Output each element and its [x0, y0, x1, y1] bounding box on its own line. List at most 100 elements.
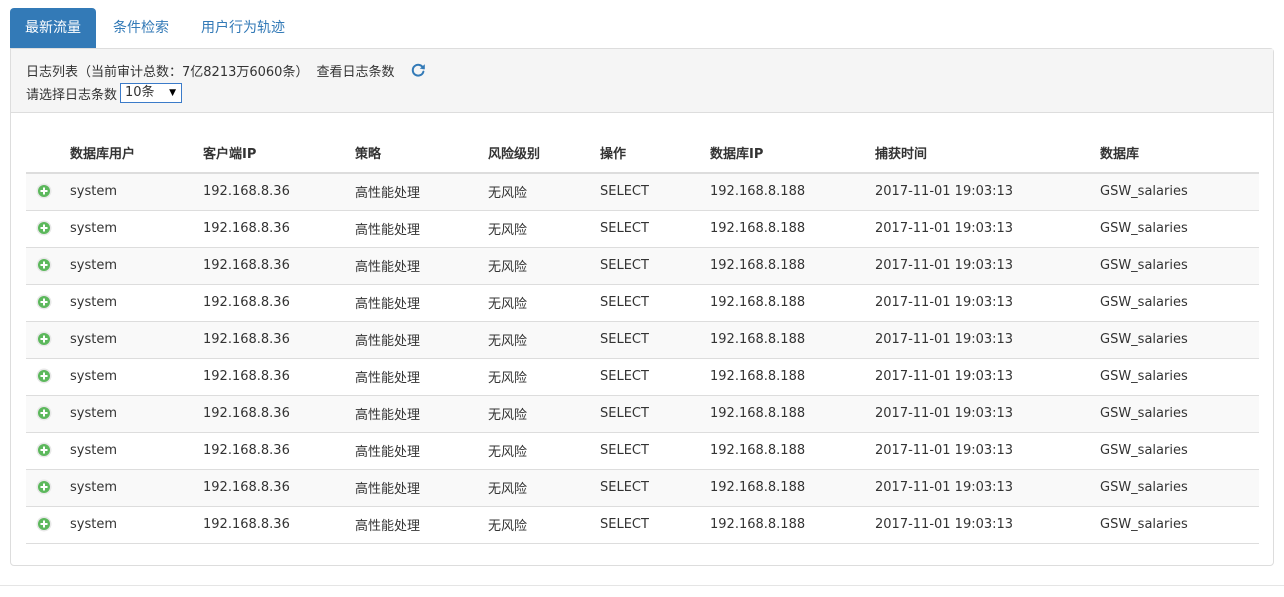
- column-header: 数据库用户: [70, 133, 203, 174]
- expand-cell: [26, 173, 70, 211]
- db-ip-cell: 192.168.8.188: [710, 395, 875, 433]
- column-header: 数据库IP: [710, 133, 875, 174]
- operation-cell: SELECT: [600, 432, 710, 470]
- expand-cell: [26, 506, 70, 544]
- db-user-cell: system: [70, 358, 203, 396]
- tab-condition-search[interactable]: 条件检索: [98, 8, 184, 48]
- capture-time-cell: 2017-11-01 19:03:13: [875, 432, 1100, 470]
- operation-cell: SELECT: [600, 321, 710, 359]
- client-ip-cell: 192.168.8.36: [203, 284, 355, 322]
- db-user-cell: system: [70, 247, 203, 285]
- database-cell: GSW_salaries: [1100, 358, 1259, 396]
- log-panel: 日志列表（当前审计总数：7亿8213万6060条） 查看日志条数 请选择日志条数…: [10, 48, 1274, 566]
- policy-cell: 高性能处理: [355, 469, 488, 507]
- policy-cell: 高性能处理: [355, 358, 488, 396]
- operation-cell: SELECT: [600, 210, 710, 248]
- expand-cell: [26, 210, 70, 248]
- database-cell: GSW_salaries: [1100, 173, 1259, 211]
- column-header: 捕获时间: [875, 133, 1100, 174]
- db-user-cell: system: [70, 173, 203, 211]
- log-count-select-value: 10条: [125, 85, 155, 100]
- db-user-cell: system: [70, 210, 203, 248]
- policy-cell: 高性能处理: [355, 284, 488, 322]
- db-user-cell: system: [70, 432, 203, 470]
- table-row: system 192.168.8.36 高性能处理 无风险 SELECT 192.168.…: [26, 284, 1259, 322]
- operation-cell: SELECT: [600, 173, 710, 211]
- database-cell: GSW_salaries: [1100, 395, 1259, 433]
- operation-cell: SELECT: [600, 358, 710, 396]
- expand-plus-icon[interactable]: [36, 479, 52, 495]
- expand-plus-icon[interactable]: [36, 331, 52, 347]
- risk-level-cell: 无风险: [488, 173, 600, 211]
- db-ip-cell: 192.168.8.188: [710, 506, 875, 544]
- client-ip-cell: 192.168.8.36: [203, 247, 355, 285]
- policy-cell: 高性能处理: [355, 506, 488, 544]
- client-ip-cell: 192.168.8.36: [203, 210, 355, 248]
- table-row: system 192.168.8.36 高性能处理 无风险 SELECT 192.168.…: [26, 247, 1259, 285]
- column-header: 风险级别: [488, 133, 600, 174]
- expand-plus-icon[interactable]: [36, 516, 52, 532]
- column-header: 策略: [355, 133, 488, 174]
- expand-cell: [26, 284, 70, 322]
- table-header-row: 数据库用户 客户端IP 策略 风险级别 操作 数据库IP 捕获时间 数据库: [26, 133, 1259, 174]
- db-user-cell: system: [70, 321, 203, 359]
- db-ip-cell: 192.168.8.188: [710, 210, 875, 248]
- expand-cell: [26, 469, 70, 507]
- client-ip-cell: 192.168.8.36: [203, 173, 355, 211]
- database-cell: GSW_salaries: [1100, 247, 1259, 285]
- db-ip-cell: 192.168.8.188: [710, 173, 875, 211]
- capture-time-cell: 2017-11-01 19:03:13: [875, 173, 1100, 211]
- expand-plus-icon[interactable]: [36, 294, 52, 310]
- log-table: 数据库用户 客户端IP 策略 风险级别 操作 数据库IP 捕获时间 数据库 sy…: [26, 133, 1259, 544]
- expand-cell: [26, 432, 70, 470]
- expand-column-header: [26, 133, 70, 174]
- database-cell: GSW_salaries: [1100, 284, 1259, 322]
- database-cell: GSW_salaries: [1100, 432, 1259, 470]
- operation-cell: SELECT: [600, 284, 710, 322]
- tab-bar: 最新流量 条件检索 用户行为轨迹: [10, 8, 302, 48]
- select-log-count-label: 请选择日志条数: [26, 87, 118, 103]
- table-row: system 192.168.8.36 高性能处理 无风险 SELECT 192.168.…: [26, 321, 1259, 359]
- database-cell: GSW_salaries: [1100, 469, 1259, 507]
- db-user-cell: system: [70, 469, 203, 507]
- view-log-count-label: 查看日志条数: [316, 64, 395, 80]
- db-ip-cell: 192.168.8.188: [710, 358, 875, 396]
- operation-cell: SELECT: [600, 247, 710, 285]
- capture-time-cell: 2017-11-01 19:03:13: [875, 284, 1100, 322]
- db-ip-cell: 192.168.8.188: [710, 247, 875, 285]
- database-cell: GSW_salaries: [1100, 506, 1259, 544]
- client-ip-cell: 192.168.8.36: [203, 506, 355, 544]
- client-ip-cell: 192.168.8.36: [203, 432, 355, 470]
- refresh-icon[interactable]: [410, 62, 426, 78]
- risk-level-cell: 无风险: [488, 321, 600, 359]
- risk-level-cell: 无风险: [488, 210, 600, 248]
- log-list-title: 日志列表（当前审计总数：7亿8213万6060条）: [26, 64, 309, 80]
- expand-plus-icon[interactable]: [36, 183, 52, 199]
- table-row: system 192.168.8.36 高性能处理 无风险 SELECT 192.168.…: [26, 506, 1259, 544]
- db-ip-cell: 192.168.8.188: [710, 432, 875, 470]
- tab-latest-traffic[interactable]: 最新流量: [10, 8, 96, 48]
- db-user-cell: system: [70, 284, 203, 322]
- policy-cell: 高性能处理: [355, 173, 488, 211]
- db-user-cell: system: [70, 395, 203, 433]
- table-row: system 192.168.8.36 高性能处理 无风险 SELECT 192.168.…: [26, 173, 1259, 211]
- log-count-select[interactable]: 10条 ▼: [120, 83, 183, 103]
- expand-cell: [26, 358, 70, 396]
- risk-level-cell: 无风险: [488, 247, 600, 285]
- risk-level-cell: 无风险: [488, 284, 600, 322]
- database-cell: GSW_salaries: [1100, 210, 1259, 248]
- expand-plus-icon[interactable]: [36, 368, 52, 384]
- panel-heading: 日志列表（当前审计总数：7亿8213万6060条） 查看日志条数 请选择日志条数…: [11, 49, 1273, 113]
- tab-user-behavior-track[interactable]: 用户行为轨迹: [186, 8, 300, 48]
- expand-plus-icon[interactable]: [36, 442, 52, 458]
- table-row: system 192.168.8.36 高性能处理 无风险 SELECT 192.168.…: [26, 432, 1259, 470]
- expand-plus-icon[interactable]: [36, 405, 52, 421]
- risk-level-cell: 无风险: [488, 432, 600, 470]
- client-ip-cell: 192.168.8.36: [203, 321, 355, 359]
- capture-time-cell: 2017-11-01 19:03:13: [875, 210, 1100, 248]
- policy-cell: 高性能处理: [355, 247, 488, 285]
- risk-level-cell: 无风险: [488, 506, 600, 544]
- expand-cell: [26, 247, 70, 285]
- expand-plus-icon[interactable]: [36, 257, 52, 273]
- expand-plus-icon[interactable]: [36, 220, 52, 236]
